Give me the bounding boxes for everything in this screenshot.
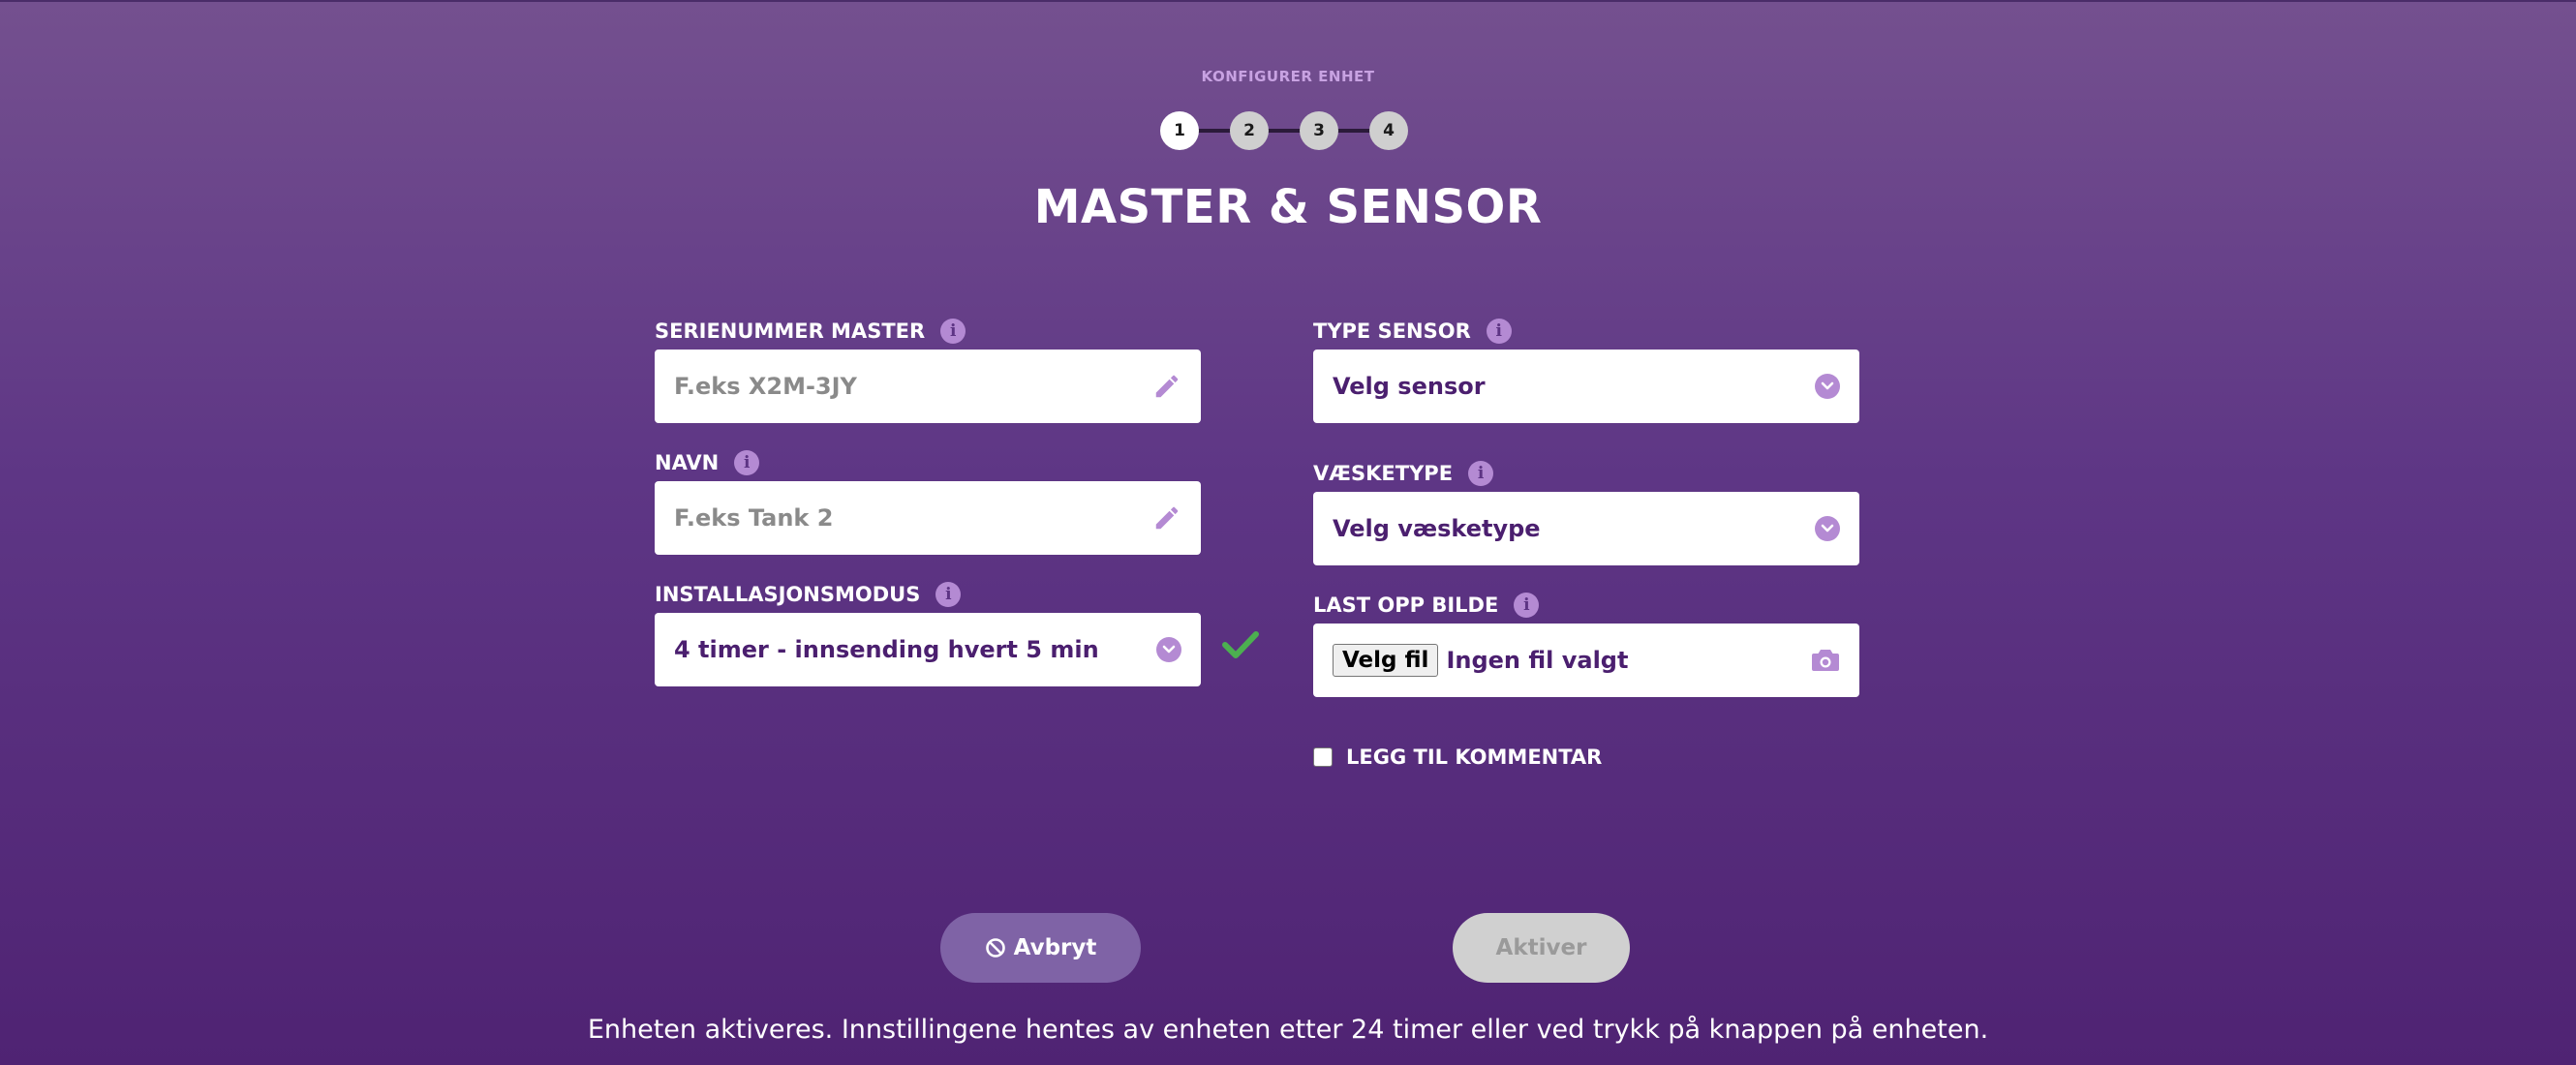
serial-input-placeholder: F.eks X2M-3JY: [674, 373, 857, 400]
pencil-icon: [1155, 375, 1179, 398]
stepper-line: [1180, 129, 1389, 133]
sensor-type-select[interactable]: Velg sensor: [1313, 350, 1859, 423]
comment-checkbox[interactable]: [1313, 747, 1333, 767]
comment-toggle: LEGG TIL KOMMENTAR: [1313, 744, 1602, 771]
liquid-type-value: Velg væsketype: [1333, 515, 1541, 542]
name-input[interactable]: F.eks Tank 2: [655, 481, 1201, 555]
info-icon[interactable]: i: [935, 582, 962, 607]
check-icon: [1222, 631, 1259, 658]
info-icon[interactable]: i: [1486, 319, 1512, 344]
serial-label-text: SERIENUMMER MASTER: [655, 320, 926, 343]
cancel-button[interactable]: Avbryt: [940, 913, 1141, 983]
pencil-icon: [1155, 506, 1179, 530]
name-input-placeholder: F.eks Tank 2: [674, 504, 834, 532]
chevron-down-icon: [1815, 374, 1840, 399]
step-2[interactable]: 2: [1230, 111, 1269, 150]
chevron-down-icon: [1156, 637, 1181, 662]
page-title: MASTER & SENSOR: [1033, 180, 1543, 234]
info-icon[interactable]: i: [1514, 593, 1540, 618]
upload-field: Velg fil Ingen fil valgt: [1313, 624, 1859, 697]
top-border: [0, 0, 2576, 2]
sensor-type-label: TYPE SENSOR i: [1313, 315, 1512, 348]
sensor-type-value: Velg sensor: [1333, 373, 1486, 400]
liquid-type-label: VÆSKETYPE i: [1313, 457, 1494, 490]
footer-note: Enheten aktiveres. Innstillingene hentes…: [587, 1015, 1989, 1045]
chevron-down-icon: [1815, 516, 1840, 541]
info-icon[interactable]: i: [940, 319, 966, 344]
ban-icon: [985, 938, 1005, 958]
file-status: Ingen fil valgt: [1446, 647, 1629, 674]
activate-button-label: Aktiver: [1495, 935, 1587, 960]
camera-icon[interactable]: [1811, 648, 1840, 673]
name-label: NAVN i: [655, 446, 760, 479]
page-kicker: KONFIGURER ENHET: [1201, 68, 1375, 85]
install-mode-label: INSTALLASJONSMODUS i: [655, 578, 962, 611]
choose-file-button[interactable]: Velg fil: [1333, 644, 1439, 677]
step-1[interactable]: 1: [1160, 111, 1199, 150]
liquid-type-label-text: VÆSKETYPE: [1313, 462, 1454, 485]
info-icon[interactable]: i: [734, 450, 760, 475]
cancel-button-label: Avbryt: [1013, 935, 1097, 960]
install-mode-value: 4 timer - innsending hvert 5 min: [674, 636, 1099, 663]
step-3[interactable]: 3: [1300, 111, 1338, 150]
serial-input[interactable]: F.eks X2M-3JY: [655, 350, 1201, 423]
step-4[interactable]: 4: [1369, 111, 1408, 150]
name-label-text: NAVN: [655, 451, 720, 474]
upload-label-text: LAST OPP BILDE: [1313, 593, 1499, 617]
serial-label: SERIENUMMER MASTER i: [655, 315, 966, 348]
upload-label: LAST OPP BILDE i: [1313, 589, 1540, 622]
activate-button[interactable]: Aktiver: [1453, 913, 1630, 983]
install-mode-label-text: INSTALLASJONSMODUS: [655, 583, 921, 606]
stepper: 1 2 3 4: [1160, 111, 1412, 150]
install-mode-select[interactable]: 4 timer - innsending hvert 5 min: [655, 613, 1201, 686]
sensor-type-label-text: TYPE SENSOR: [1313, 320, 1471, 343]
liquid-type-select[interactable]: Velg væsketype: [1313, 492, 1859, 565]
info-icon[interactable]: i: [1468, 461, 1494, 486]
comment-label: LEGG TIL KOMMENTAR: [1346, 746, 1603, 769]
